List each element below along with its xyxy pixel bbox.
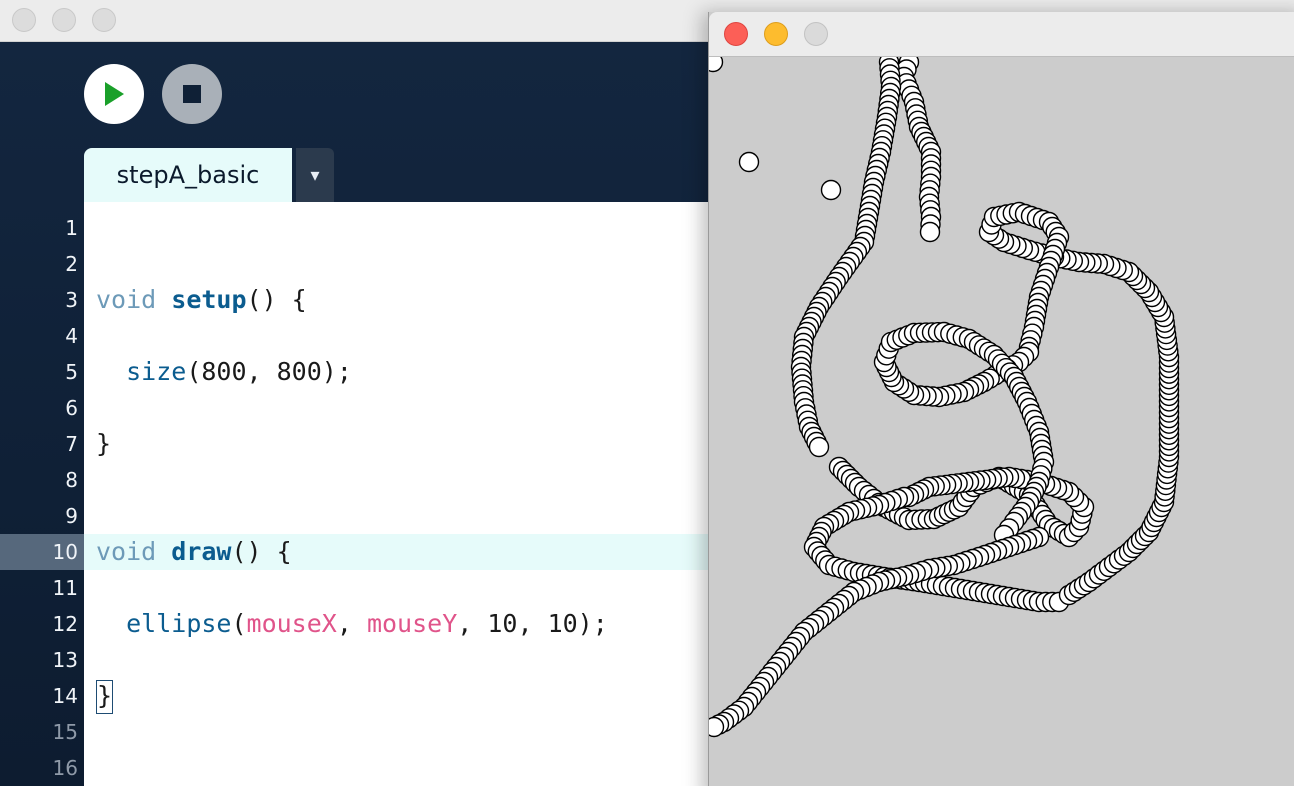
line-number: 14 [52,684,78,708]
code-token: () { [231,537,292,566]
sketch-window [708,12,1294,786]
drawn-ellipse [709,57,724,73]
line-number: 11 [52,576,78,600]
sketch-close-button[interactable] [724,22,748,46]
code-token: void [96,537,172,566]
sketch-canvas[interactable] [709,57,1294,786]
stop-button[interactable] [162,64,222,124]
line-number: 16 [52,756,78,780]
drawn-ellipse [709,716,725,738]
code-token: mouseX [246,609,337,638]
line-number: 15 [52,720,78,744]
code-token: void [96,285,172,314]
code-token: ( [231,609,247,638]
sketch-titlebar [709,12,1294,57]
code-token: setup [171,285,247,314]
code-token: ellipse [126,609,232,638]
code-token: () { [246,285,307,314]
line-number: 1 [65,216,78,240]
code-token: (800, 800); [186,357,352,386]
drawn-ellipse [738,151,760,173]
code-token: } [96,680,114,714]
code-line[interactable]: } [96,426,111,462]
run-button[interactable] [84,64,144,124]
ide-minimize-button[interactable] [52,8,76,32]
code-line[interactable]: ellipse(mouseX, mouseY, 10, 10); [96,606,608,642]
line-number: 4 [65,324,78,348]
code-token: mouseY [366,609,458,638]
drawn-ellipse [820,179,842,201]
ide-window: stepA_basic ▾ 1 2 3 4 5 6 7 8 9 10 11 12 13 14 15 16 vo… [0,42,710,786]
line-number-gutter: 1 2 3 4 5 6 7 8 9 10 11 12 13 14 15 16 [0,202,84,786]
code-line[interactable]: void setup() { [96,282,307,318]
code-token: size [126,357,187,386]
line-number: 13 [52,648,78,672]
play-icon [105,82,124,106]
line-number: 7 [65,432,78,456]
tab-stepA-basic[interactable]: stepA_basic [84,148,292,202]
code-token: , 10, 10); [457,609,608,638]
ide-maximize-button[interactable] [92,8,116,32]
code-token: , [336,609,367,638]
tab-label: stepA_basic [116,161,260,189]
code-line[interactable]: } [96,678,114,714]
code-line[interactable]: size(800, 800); [96,354,352,390]
code-token: draw [171,537,232,566]
desktop: stepA_basic ▾ 1 2 3 4 5 6 7 8 9 10 11 12 13 14 15 16 vo… [0,0,1294,786]
tab-menu-button[interactable]: ▾ [296,148,334,202]
code-line[interactable]: void draw() { [96,534,292,570]
chevron-down-icon: ▾ [310,164,320,186]
line-number: 9 [65,504,78,528]
line-number: 2 [65,252,78,276]
line-number: 8 [65,468,78,492]
sketch-maximize-button[interactable] [804,22,828,46]
line-number: 6 [65,396,78,420]
line-number: 10 [52,540,78,564]
ellipse-trail [709,57,1180,738]
drawn-ellipse [919,221,941,243]
line-number: 12 [52,612,78,636]
drawn-ellipse [808,436,830,458]
stop-icon [183,85,201,103]
sketch-minimize-button[interactable] [764,22,788,46]
ide-close-button[interactable] [12,8,36,32]
line-number: 3 [65,288,78,312]
code-token: } [96,429,112,458]
code-editor[interactable]: void setup() { size(800, 800);} void draw… [84,202,710,786]
line-number: 5 [65,360,78,384]
